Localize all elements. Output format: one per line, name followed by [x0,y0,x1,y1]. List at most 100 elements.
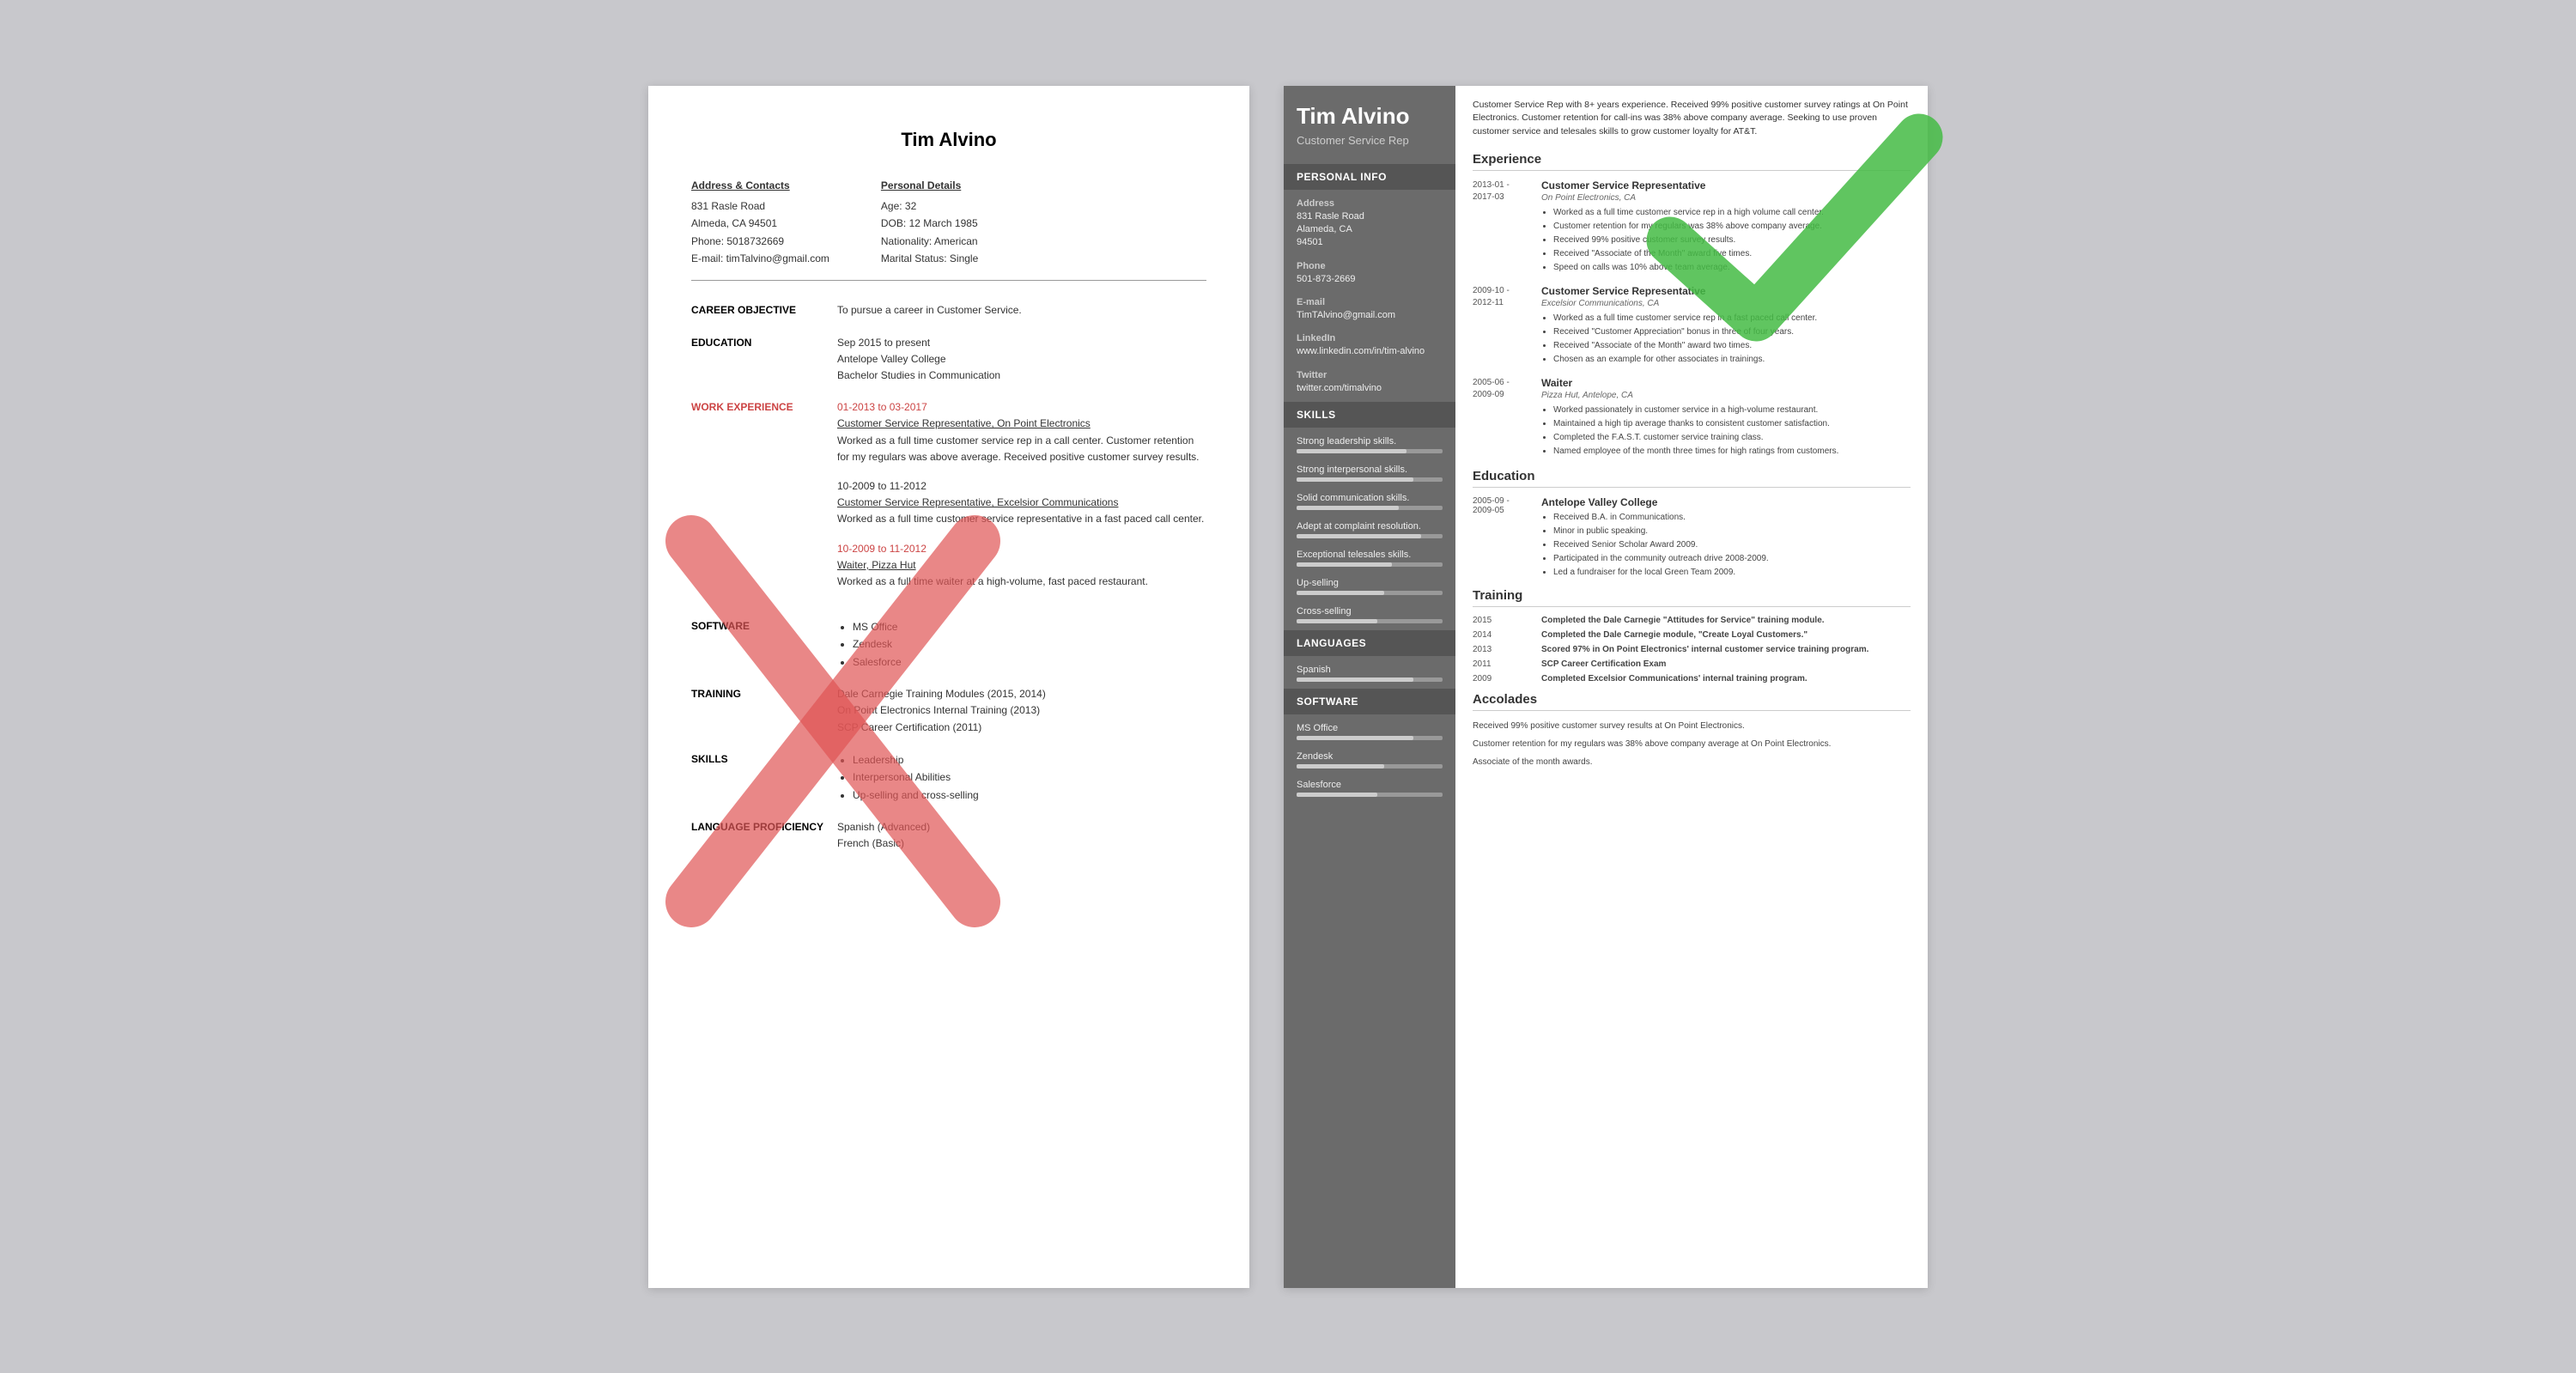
edu-school-1: Antelope Valley College [1541,496,1911,508]
exp-bullet-2-3: Received "Associate of the Month" award … [1553,339,1911,353]
exp-bullet-3-1: Worked passionately in customer service … [1553,404,1911,417]
software-item-2: Zendesk [853,635,1206,653]
work-desc-3: Worked as a full time waiter at a high-v… [837,574,1206,590]
edu-dates: Sep 2015 to present [837,335,1206,351]
address-value: 831 Rasle RoadAlameda, CA94501 [1297,210,1443,250]
skill-name-4: Adept at complaint resolution. [1297,521,1443,532]
work-title-3: Waiter, Pizza Hut [837,559,916,571]
exp-bullets-2: Worked as a full time customer service r… [1541,312,1911,367]
accolade-3: Associate of the month awards. [1473,756,1911,769]
software-item-1: MS Office [853,618,1206,635]
sidebar: Tim Alvino Customer Service Rep Personal… [1284,86,1455,1288]
soft-bar-bg-3 [1297,793,1443,797]
training-item-5: 2009 Completed Excelsior Communications'… [1473,674,1911,683]
skill-bar-fill-7 [1297,619,1377,623]
training-header: Training [1473,588,1911,607]
main-content: Customer Service Rep with 8+ years exper… [1455,86,1928,1288]
personal-info-header: Personal Info [1284,164,1455,190]
language-content: Spanish (Advanced) French (Basic) [837,819,1206,852]
nationality: Nationality: American [881,233,978,250]
left-resume: Tim Alvino Address & Contacts 831 Rasle … [648,86,1249,1288]
edu-bullet-1-5: Led a fundraiser for the local Green Tea… [1553,566,1911,580]
education-header: Education [1473,469,1911,488]
email-value: TimTAlvino@gmail.com [1297,309,1443,322]
skill-bar-bg-2 [1297,477,1443,482]
marital: Marital Status: Single [881,250,978,267]
email-label: E-mail [1297,297,1443,307]
lang-name-1: Spanish [1297,665,1443,675]
skill-bar-bg-4 [1297,534,1443,538]
skill-interpersonal: Strong interpersonal skills. [1284,460,1455,489]
exp-bullet-3-3: Completed the F.A.S.T. customer service … [1553,431,1911,445]
exp-item-1: 2013-01 -2017-03 Customer Service Repres… [1473,179,1911,275]
skills-header: Skills [1284,402,1455,428]
exp-bullet-1-5: Speed on calls was 10% above team averag… [1553,261,1911,275]
linkedin-value: www.linkedin.com/in/tim-alvino [1297,345,1443,358]
objective-content: To pursue a career in Customer Service. [837,302,1206,319]
exp-item-3: 2005-06 -2009-09 Waiter Pizza Hut, Antel… [1473,377,1911,459]
training-section: TRAINING Dale Carnegie Training Modules … [691,686,1206,736]
exp-dates-1: 2013-01 -2017-03 [1473,179,1541,275]
skill-upselling: Up-selling [1284,574,1455,602]
education-content: Sep 2015 to present Antelope Valley Coll… [837,335,1206,385]
work-dates-1: 01-2013 to 03-2017 [837,399,1206,416]
work-item-1: 01-2013 to 03-2017 Customer Service Repr… [837,399,1206,465]
edu-bullets-1: Received B.A. in Communications. Minor i… [1541,511,1911,580]
lang-bar-bg-1 [1297,677,1443,682]
language-section: LANGUAGE PROFICIENCY Spanish (Advanced) … [691,819,1206,852]
skill-bar-bg-3 [1297,506,1443,510]
lang-item-1: Spanish (Advanced) [837,819,1206,835]
skill-name-7: Cross-selling [1297,606,1443,617]
exp-bullet-1-2: Customer retention for my regulars was 3… [1553,220,1911,234]
work-desc-2: Worked as a full time customer service r… [837,511,1206,527]
exp-title-1: Customer Service Representative [1541,179,1911,191]
edu-details-1: Antelope Valley College Received B.A. in… [1541,496,1911,580]
skill-communication: Solid communication skills. [1284,489,1455,517]
twitter-field: Twitter twitter.com/timalvino [1284,366,1455,402]
soft-bar-fill-3 [1297,793,1377,797]
exp-bullet-2-1: Worked as a full time customer service r… [1553,312,1911,325]
skill-name-5: Exceptional telesales skills. [1297,550,1443,560]
skill-bar-fill-1 [1297,449,1406,453]
skill-bar-bg-1 [1297,449,1443,453]
contact-section: Address & Contacts 831 Rasle Road Almeda… [691,177,1206,282]
linkedin-label: LinkedIn [1297,333,1443,343]
exp-item-2: 2009-10 -2012-11 Customer Service Repres… [1473,285,1911,367]
lang-spanish: Spanish [1284,660,1455,689]
exp-company-2: Excelsior Communications, CA [1541,299,1911,308]
exp-dates-2: 2009-10 -2012-11 [1473,285,1541,367]
software-list: MS Office Zendesk Salesforce [837,618,1206,671]
dob: DOB: 12 March 1985 [881,215,978,232]
exp-title-3: Waiter [1541,377,1911,389]
skill-bar-fill-4 [1297,534,1421,538]
training-text-2: Completed the Dale Carnegie module, "Cre… [1541,630,1911,640]
exp-company-1: On Point Electronics, CA [1541,193,1911,203]
training-year-5: 2009 [1473,674,1541,683]
exp-bullet-2-2: Received "Customer Appreciation" bonus i… [1553,325,1911,339]
training-year-1: 2015 [1473,616,1541,625]
skill-complaint: Adept at complaint resolution. [1284,517,1455,545]
software-item-3: Salesforce [853,653,1206,671]
lang-item-2: French (Basic) [837,835,1206,852]
training-text-4: SCP Career Certification Exam [1541,659,1911,669]
exp-details-1: Customer Service Representative On Point… [1541,179,1911,275]
accolade-2: Customer retention for my regulars was 3… [1473,738,1911,751]
right-name: Tim Alvino [1284,103,1455,134]
edu-bullet-1-4: Participated in the community outreach d… [1553,552,1911,566]
email-field: E-mail TimTAlvino@gmail.com [1284,293,1455,329]
software-sidebar-header: Software [1284,689,1455,714]
exp-bullet-2-4: Chosen as an example for other associate… [1553,353,1911,367]
training-label: TRAINING [691,686,837,736]
linkedin-field: LinkedIn www.linkedin.com/in/tim-alvino [1284,329,1455,365]
skill-crossselling: Cross-selling [1284,602,1455,630]
work-section: WORK EXPERIENCE 01-2013 to 03-2017 Custo… [691,399,1206,603]
soft-salesforce: Salesforce [1284,775,1455,804]
skills-content: Leadership Interpersonal Abilities Up-se… [837,751,1206,804]
phone-field: Phone 501-873-2669 [1284,257,1455,293]
exp-bullet-1-3: Received 99% positive customer survey re… [1553,234,1911,247]
edu-bullet-1-2: Minor in public speaking. [1553,525,1911,538]
soft-bar-fill-2 [1297,764,1384,769]
exp-bullet-3-4: Named employee of the month three times … [1553,445,1911,459]
exp-bullets-3: Worked passionately in customer service … [1541,404,1911,459]
work-dates-2: 10-2009 to 11-2012 [837,478,1206,495]
